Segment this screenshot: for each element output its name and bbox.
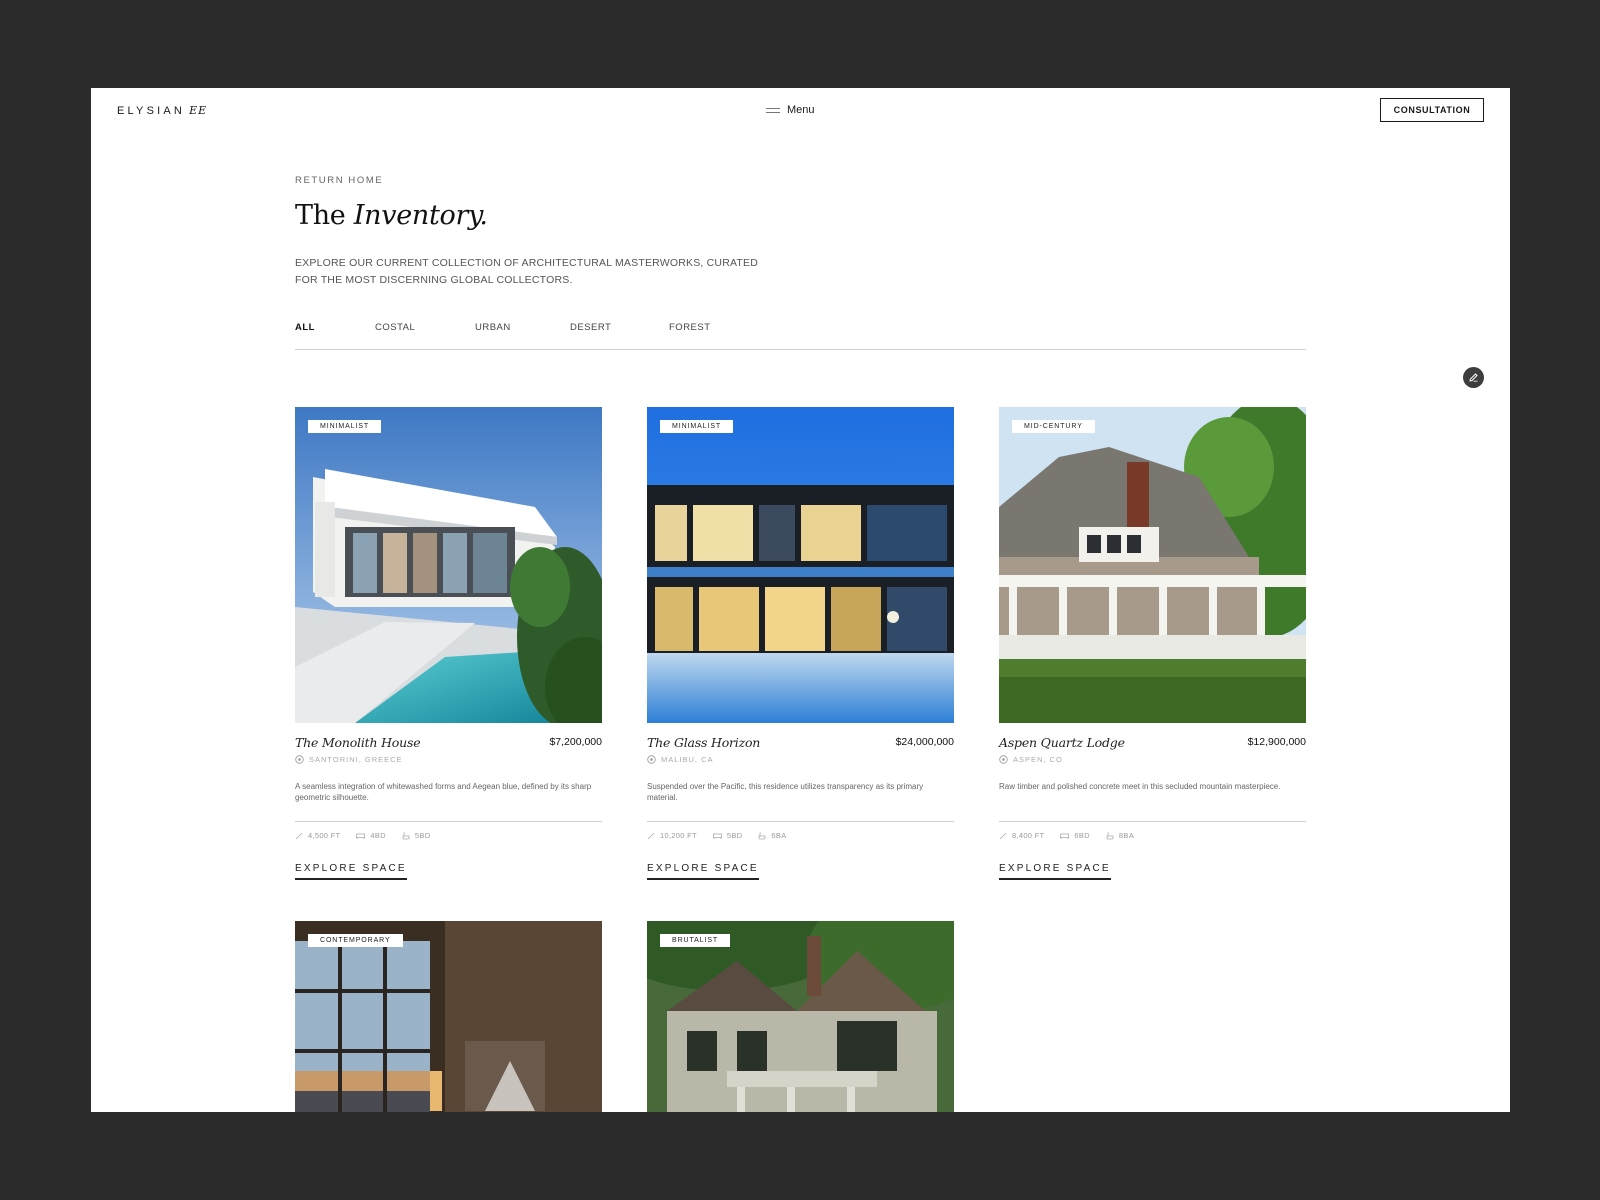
- listing-specs: 4,500 FT 4BD 5BD: [295, 831, 430, 840]
- logo-text: ELYSIAN: [117, 105, 186, 117]
- brand-logo[interactable]: ELYSIAN EE: [117, 104, 207, 117]
- area-value: 4,500 FT: [308, 831, 341, 840]
- consultation-button[interactable]: CONSULTATION: [1380, 98, 1484, 122]
- explore-space-link[interactable]: EXPLORE SPACE: [999, 863, 1111, 880]
- listing-name[interactable]: The Monolith House: [295, 735, 421, 750]
- style-badge: BRUTALIST: [660, 934, 731, 947]
- tab-desert[interactable]: DESERT: [570, 322, 611, 333]
- explore-space-link[interactable]: EXPLORE SPACE: [295, 863, 407, 880]
- style-badge: CONTEMPORARY: [308, 934, 403, 947]
- page-title: The Inventory.: [295, 200, 488, 231]
- listing-card: BRUTALIST: [647, 921, 954, 1112]
- beds-value: 6BD: [1074, 831, 1090, 840]
- bath-icon: [1106, 831, 1114, 839]
- style-badge: MINIMALIST: [308, 420, 382, 433]
- tudor-manor-photo[interactable]: BRUTALIST: [647, 921, 954, 1112]
- listing-description: Suspended over the Pacific, this residen…: [647, 782, 924, 802]
- return-home-link[interactable]: RETURN HOME: [295, 175, 383, 186]
- tab-all[interactable]: ALL: [295, 322, 315, 333]
- listing-card: CONTEMPORARY: [295, 921, 602, 1112]
- title-plain: The: [295, 200, 346, 231]
- interior-window-photo[interactable]: CONTEMPORARY: [295, 921, 602, 1112]
- area-value: 10,200 FT: [660, 831, 697, 840]
- spec-area: 4,500 FT: [295, 831, 340, 840]
- spec-area: 8,400 FT: [999, 831, 1044, 840]
- location-pin-icon: [647, 755, 656, 764]
- menu-label: Menu: [787, 104, 815, 116]
- tab-urban[interactable]: URBAN: [475, 322, 511, 333]
- baths-value: 8BA: [1118, 831, 1134, 840]
- spec-baths: 8BA: [1106, 831, 1134, 840]
- page-frame: ELYSIAN EE Menu CONSULTATION RETURN HOME …: [91, 88, 1510, 1112]
- bath-icon: [402, 831, 410, 839]
- filter-tabs: ALL COSTAL URBAN DESERT FOREST: [295, 322, 1306, 350]
- title-italic: Inventory.: [353, 200, 488, 231]
- baths-value: 5BD: [414, 831, 431, 840]
- card-divider: [999, 821, 1306, 822]
- listing-description: Raw timber and polished concrete meet in…: [999, 782, 1281, 791]
- spec-baths: 6BA: [758, 831, 786, 840]
- listing-specs: 10,200 FT 5BD 6BA: [647, 831, 786, 840]
- location-pin-icon: [999, 755, 1008, 764]
- menu-button[interactable]: Menu: [766, 104, 815, 116]
- bed-icon: [712, 833, 722, 839]
- listing-description: A seamless integration of whitewashed fo…: [295, 782, 592, 802]
- glass-house-dusk-photo[interactable]: MINIMALIST: [647, 407, 954, 723]
- spec-beds: 4BD: [356, 831, 386, 840]
- shingle-house-porch-photo[interactable]: MID-CENTURY: [999, 407, 1306, 723]
- location-text: MALIBU, CA: [661, 755, 714, 764]
- area-arrow-icon: [295, 832, 303, 839]
- beds-value: 4BD: [370, 831, 386, 840]
- listing-card: MINIMALIST The Monolith House $7,200,000…: [295, 407, 602, 880]
- bed-icon: [1060, 833, 1070, 839]
- area-value: 8,400 FT: [1012, 831, 1045, 840]
- listing-location: ASPEN, CO: [999, 755, 1063, 764]
- listing-name[interactable]: Aspen Quartz Lodge: [999, 735, 1125, 750]
- pencil-icon[interactable]: [1463, 367, 1484, 388]
- card-divider: [647, 821, 954, 822]
- baths-value: 6BA: [771, 831, 787, 840]
- listing-specs: 8,400 FT 6BD 8BA: [999, 831, 1134, 840]
- spec-beds: 5BD: [712, 831, 743, 840]
- location-pin-icon: [295, 755, 304, 764]
- listing-price: $12,900,000: [1247, 736, 1306, 748]
- listing-location: SANTORINI, GREECE: [295, 755, 403, 764]
- style-badge: MINIMALIST: [660, 420, 734, 433]
- area-arrow-icon: [999, 832, 1007, 839]
- spec-area: 10,200 FT: [647, 831, 697, 840]
- page-subtitle: EXPLORE OUR CURRENT COLLECTION OF ARCHIT…: [295, 257, 759, 286]
- listing-name[interactable]: The Glass Horizon: [647, 735, 760, 750]
- tab-forest[interactable]: FOREST: [669, 322, 711, 333]
- listing-card: MID-CENTURY Aspen Quartz Lodge $12,900,0…: [999, 407, 1306, 880]
- listing-location: MALIBU, CA: [647, 755, 714, 764]
- logo-mark: EE: [189, 104, 208, 117]
- location-text: ASPEN, CO: [1013, 755, 1063, 764]
- tab-costal[interactable]: COSTAL: [375, 322, 415, 333]
- location-text: SANTORINI, GREECE: [309, 755, 403, 764]
- area-arrow-icon: [647, 832, 655, 839]
- bath-icon: [758, 831, 766, 839]
- beds-value: 5BD: [726, 831, 743, 840]
- hamburger-icon: [766, 107, 780, 113]
- white-villa-pool-photo[interactable]: MINIMALIST: [295, 407, 602, 723]
- card-divider: [295, 821, 602, 822]
- listing-price: $7,200,000: [549, 736, 602, 748]
- spec-baths: 5BD: [402, 831, 431, 840]
- listing-price: $24,000,000: [895, 736, 954, 748]
- explore-space-link[interactable]: EXPLORE SPACE: [647, 863, 759, 880]
- listing-card: MINIMALIST The Glass Horizon $24,000,000…: [647, 407, 954, 880]
- bed-icon: [356, 833, 366, 839]
- spec-beds: 6BD: [1060, 831, 1090, 840]
- style-badge: MID-CENTURY: [1012, 420, 1095, 433]
